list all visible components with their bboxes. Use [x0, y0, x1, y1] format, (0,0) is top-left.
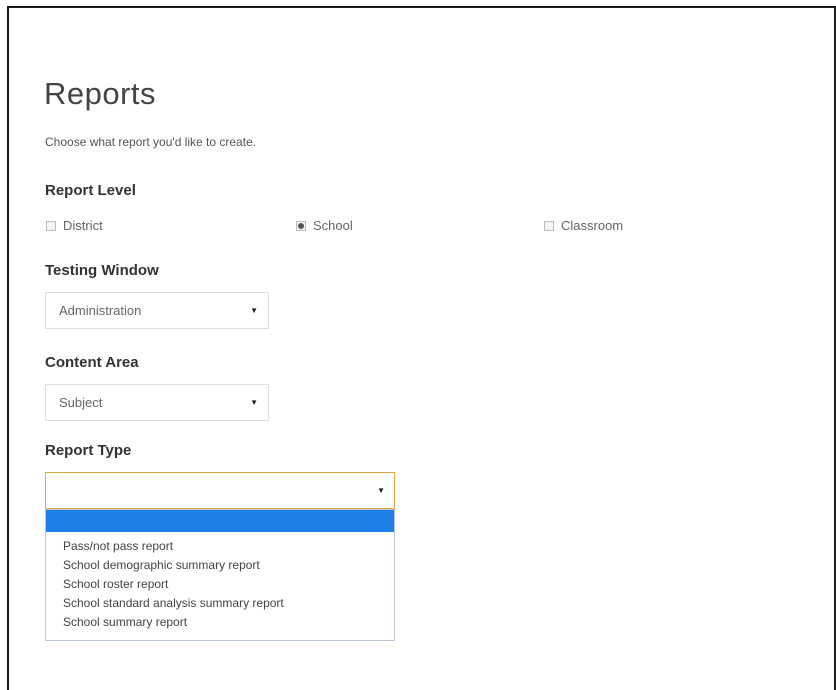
report-level-district-radio[interactable]: District — [46, 218, 103, 233]
report-level-label: Report Level — [45, 182, 136, 199]
caret-down-icon: ▼ — [377, 486, 385, 495]
testing-window-value: Administration — [59, 303, 142, 318]
report-type-select[interactable]: ▼ — [45, 472, 395, 509]
dropdown-option-roster[interactable]: School roster report — [46, 575, 394, 594]
report-level-school-radio[interactable]: School — [296, 218, 353, 233]
dropdown-option-pass-not-pass[interactable]: Pass/not pass report — [46, 537, 394, 556]
testing-window-label: Testing Window — [45, 262, 159, 279]
report-type-dropdown-list: Pass/not pass report School demographic … — [45, 509, 395, 641]
radio-unchecked-icon — [544, 220, 554, 231]
caret-down-icon: ▼ — [250, 306, 258, 315]
page-title: Reports — [44, 76, 157, 111]
report-level-classroom-radio[interactable]: Classroom — [544, 218, 623, 233]
content-area-select[interactable]: Subject ▼ — [45, 384, 269, 421]
radio-label-school: School — [313, 218, 353, 233]
dropdown-option-demographic-summary[interactable]: School demographic summary report — [46, 556, 394, 575]
content-area-label: Content Area — [45, 354, 139, 371]
page-subtitle: Choose what report you'd like to create. — [45, 135, 257, 149]
dropdown-option-school-summary[interactable]: School summary report — [46, 613, 394, 632]
radio-checked-icon — [296, 220, 306, 231]
dropdown-option-standard-analysis[interactable]: School standard analysis summary report — [46, 594, 394, 613]
radio-unchecked-icon — [46, 220, 56, 231]
content-area-value: Subject — [59, 395, 103, 410]
report-type-label: Report Type — [45, 442, 132, 459]
dropdown-option-blank[interactable] — [46, 510, 394, 532]
radio-label-classroom: Classroom — [561, 218, 624, 233]
radio-label-district: District — [63, 218, 103, 233]
caret-down-icon: ▼ — [250, 398, 258, 407]
testing-window-select[interactable]: Administration ▼ — [45, 292, 269, 329]
